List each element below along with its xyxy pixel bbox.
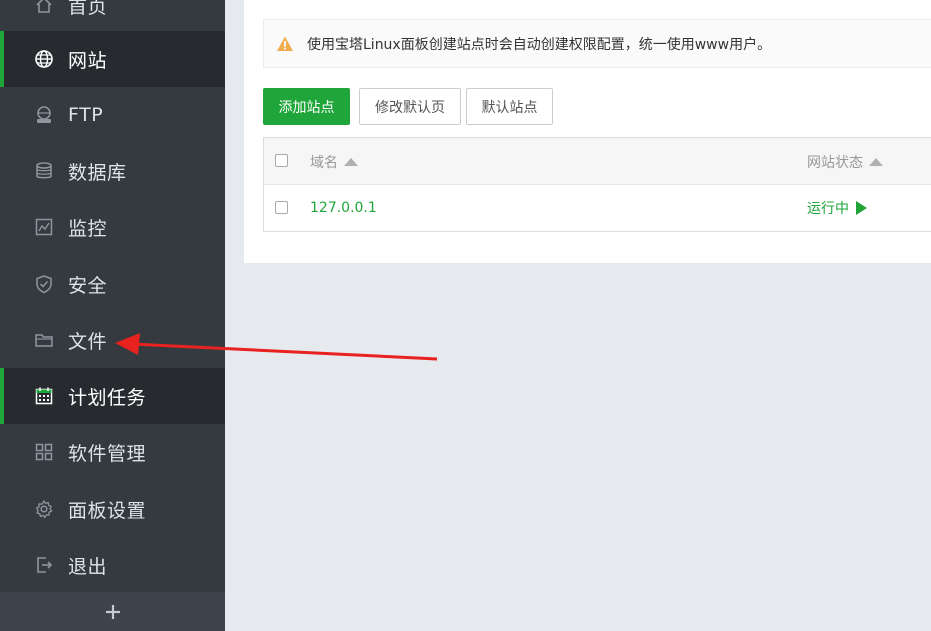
notice-banner: 使用宝塔Linux面板创建站点时会自动创建权限配置，统一使用www用户。 (263, 19, 931, 68)
sidebar-item-settings[interactable]: 面板设置 (0, 481, 225, 537)
sidebar-item-label: 软件管理 (68, 442, 147, 465)
sidebar-item-software[interactable]: 软件管理 (0, 424, 225, 480)
grid-icon (34, 442, 54, 462)
calendar-icon (34, 386, 54, 406)
sort-up-icon (344, 157, 358, 166)
database-icon (34, 161, 54, 181)
sidebar-item-label: 数据库 (68, 161, 127, 184)
sidebar-item-label: 监控 (68, 217, 108, 240)
ftp-icon (34, 105, 54, 125)
sidebar-item-logout[interactable]: 退出 (0, 537, 225, 593)
notice-text: 使用宝塔Linux面板创建站点时会自动创建权限配置，统一使用www用户。 (307, 36, 772, 53)
sidebar: 首页 网站 FTP 数据库 监控 安全 文件 计划任务 软件管理 面板设置 退出 (0, 0, 225, 631)
sidebar-item-files[interactable]: 文件 (0, 312, 225, 368)
sidebar-item-label: 安全 (68, 274, 108, 297)
column-domain[interactable]: 域名 (310, 138, 358, 185)
sidebar-item-label: 面板设置 (68, 499, 147, 522)
sidebar-item-label: 退出 (68, 555, 108, 578)
gear-icon (34, 499, 54, 519)
sidebar-item-label: FTP (68, 104, 104, 126)
sidebar-item-cron[interactable]: 计划任务 (0, 368, 225, 424)
row-checkbox[interactable] (275, 201, 288, 214)
site-table: 域名 网站状态 127.0.0.1 运行中 (263, 137, 931, 232)
site-domain-link[interactable]: 127.0.0.1 (310, 185, 377, 231)
sidebar-item-home[interactable]: 首页 (0, 0, 225, 33)
select-all-checkbox[interactable] (275, 154, 288, 167)
sidebar-item-database[interactable]: 数据库 (0, 143, 225, 199)
table-row: 127.0.0.1 运行中 (264, 185, 931, 231)
column-status[interactable]: 网站状态 (807, 138, 883, 185)
sidebar-item-label: 首页 (68, 0, 108, 18)
sidebar-item-security[interactable]: 安全 (0, 256, 225, 312)
home-icon (34, 0, 54, 15)
sidebar-item-website[interactable]: 网站 (0, 31, 225, 87)
monitor-icon (34, 217, 54, 237)
logout-icon (34, 555, 54, 575)
add-site-button[interactable]: 添加站点 (263, 88, 350, 125)
sidebar-item-ftp[interactable]: FTP (0, 87, 225, 143)
default-site-button[interactable]: 默认站点 (466, 88, 553, 125)
folder-icon (34, 330, 54, 350)
sort-up-icon (869, 157, 883, 166)
sidebar-item-label: 网站 (68, 49, 108, 72)
plus-icon (105, 604, 120, 619)
sidebar-item-label: 文件 (68, 330, 108, 353)
site-status-toggle[interactable]: 运行中 (807, 185, 867, 231)
sidebar-expand-button[interactable] (0, 592, 225, 631)
edit-default-page-button[interactable]: 修改默认页 (359, 88, 461, 125)
globe-icon (34, 49, 54, 69)
warning-icon (277, 36, 293, 51)
shield-icon (34, 274, 54, 294)
table-header: 域名 网站状态 (264, 138, 931, 185)
sidebar-item-monitor[interactable]: 监控 (0, 199, 225, 255)
sidebar-item-label: 计划任务 (68, 386, 147, 409)
play-icon (856, 201, 867, 215)
